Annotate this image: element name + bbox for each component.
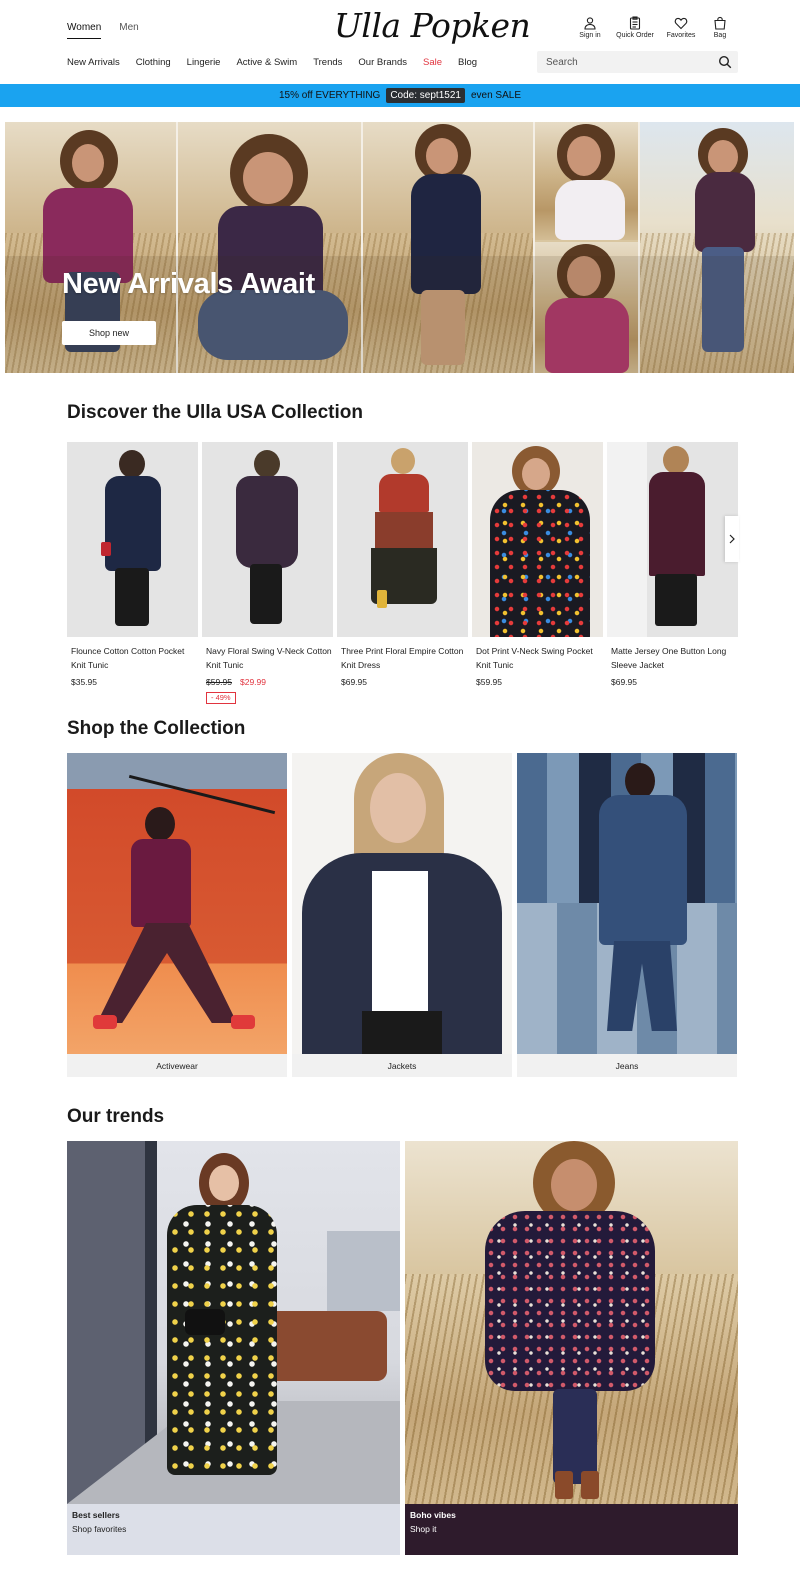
hero-title: New Arrivals Await bbox=[62, 268, 316, 300]
nav-sale[interactable]: Sale bbox=[423, 57, 442, 68]
nav-active-swim[interactable]: Active & Swim bbox=[236, 57, 297, 68]
product-card[interactable]: Navy Floral Swing V-Neck Cotton Knit Tun… bbox=[202, 442, 333, 705]
chevron-right-icon bbox=[729, 534, 735, 544]
collection-label: Activewear bbox=[67, 1054, 287, 1077]
promo-bar[interactable]: 15% off EVERYTHING Code: sept1521 even S… bbox=[0, 84, 800, 107]
sign-in-button[interactable]: Sign in bbox=[575, 16, 605, 39]
shop-new-button[interactable]: Shop new bbox=[62, 321, 156, 345]
favorites-button[interactable]: Favorites bbox=[662, 16, 700, 39]
quick-order-button[interactable]: Quick Order bbox=[609, 16, 661, 39]
header-actions: Sign in Quick Order Favorites Bag bbox=[575, 16, 732, 39]
search-box bbox=[537, 51, 738, 73]
trend-link[interactable]: Shop it bbox=[410, 1521, 733, 1537]
product-price-sale: $29.99 bbox=[240, 677, 266, 687]
promo-code-badge: Code: sept1521 bbox=[386, 88, 465, 103]
bag-button[interactable]: Bag bbox=[708, 16, 732, 39]
trend-caption: Best sellers Shop favorites bbox=[67, 1504, 400, 1555]
nav-our-brands[interactable]: Our Brands bbox=[358, 57, 407, 68]
product-card[interactable]: Matte Jersey One Button Long Sleeve Jack… bbox=[607, 442, 738, 687]
trend-card-boho-vibes[interactable]: Boho vibes Shop it bbox=[405, 1141, 738, 1555]
nav-trends[interactable]: Trends bbox=[313, 57, 342, 68]
nav-blog[interactable]: Blog bbox=[458, 57, 477, 68]
user-icon bbox=[584, 17, 596, 30]
product-price: $69.95 bbox=[341, 677, 367, 687]
nav-new-arrivals[interactable]: New Arrivals bbox=[67, 57, 120, 68]
product-card[interactable]: Three Print Floral Empire Cotton Knit Dr… bbox=[337, 442, 468, 687]
promo-text: 15% off EVERYTHING bbox=[278, 90, 381, 101]
heart-icon bbox=[674, 17, 688, 30]
carousel-next-button[interactable] bbox=[725, 516, 739, 562]
product-image[interactable] bbox=[607, 442, 738, 637]
product-card[interactable]: Dot Print V-Neck Swing Pocket Knit Tunic… bbox=[472, 442, 603, 687]
collection-label: Jackets bbox=[292, 1054, 512, 1077]
collection-label: Jeans bbox=[517, 1054, 737, 1077]
product-card[interactable]: Flounce Cotton Cotton Pocket Knit Tunic … bbox=[67, 442, 198, 687]
collection-image[interactable] bbox=[67, 753, 287, 1054]
bag-icon bbox=[714, 16, 726, 30]
collection-image[interactable] bbox=[517, 753, 737, 1054]
nav-lingerie[interactable]: Lingerie bbox=[187, 57, 221, 68]
brand-logo[interactable]: Ulla Popken bbox=[334, 6, 531, 45]
product-price: $59.95 bbox=[476, 677, 502, 687]
trend-title: Best sellers bbox=[72, 1510, 120, 1520]
promo-text-suffix: even SALE bbox=[470, 90, 521, 101]
bag-label: Bag bbox=[713, 32, 727, 39]
site-header: Women Men Ulla Popken Sign in Quick Orde… bbox=[0, 0, 800, 84]
collection-grid: Activewear Jackets Jeans bbox=[67, 753, 738, 1078]
search-input[interactable] bbox=[537, 51, 707, 73]
trends-grid: Best sellers Shop favorites Boho vibes S… bbox=[67, 1141, 738, 1555]
trend-link[interactable]: Shop favorites bbox=[72, 1521, 395, 1537]
collection-card-activewear[interactable]: Activewear bbox=[67, 753, 287, 1078]
product-image[interactable] bbox=[337, 442, 468, 637]
product-name: Matte Jersey One Button Long Sleeve Jack… bbox=[611, 646, 727, 670]
product-name: Navy Floral Swing V-Neck Cotton Knit Tun… bbox=[206, 646, 332, 670]
tab-women[interactable]: Women bbox=[67, 22, 102, 39]
product-image[interactable] bbox=[472, 442, 603, 637]
trend-card-best-sellers[interactable]: Best sellers Shop favorites bbox=[67, 1141, 400, 1555]
product-name: Dot Print V-Neck Swing Pocket Knit Tunic bbox=[476, 646, 593, 670]
quick-order-label: Quick Order bbox=[616, 32, 654, 39]
collection-image[interactable] bbox=[292, 753, 512, 1054]
discount-badge: - 49% bbox=[206, 692, 236, 704]
product-price: $69.95 bbox=[611, 677, 637, 687]
clipboard-icon bbox=[629, 16, 641, 30]
discover-section-title: Discover the Ulla USA Collection bbox=[67, 402, 363, 423]
product-name: Flounce Cotton Cotton Pocket Knit Tunic bbox=[71, 646, 185, 670]
trend-image[interactable] bbox=[67, 1141, 400, 1504]
trend-image[interactable] bbox=[405, 1141, 738, 1504]
hero-image-4 bbox=[535, 122, 638, 240]
product-price: $35.95 bbox=[71, 677, 97, 687]
sign-in-label: Sign in bbox=[579, 32, 601, 39]
trend-title: Boho vibes bbox=[410, 1510, 456, 1520]
trend-caption: Boho vibes Shop it bbox=[405, 1504, 738, 1555]
trends-section-title: Our trends bbox=[67, 1106, 165, 1127]
product-carousel: Flounce Cotton Cotton Pocket Knit Tunic … bbox=[67, 442, 738, 705]
search-icon[interactable] bbox=[718, 55, 732, 69]
gender-tabs: Women Men bbox=[67, 22, 139, 39]
product-image[interactable] bbox=[202, 442, 333, 637]
nav-clothing[interactable]: Clothing bbox=[136, 57, 171, 68]
tab-men[interactable]: Men bbox=[119, 22, 138, 39]
collection-section-title: Shop the Collection bbox=[67, 718, 246, 739]
main-navigation: New Arrivals Clothing Lingerie Active & … bbox=[67, 57, 493, 68]
product-image[interactable] bbox=[67, 442, 198, 637]
product-price-old: $59.95 bbox=[206, 677, 232, 687]
collection-card-jeans[interactable]: Jeans bbox=[517, 753, 737, 1078]
product-name: Three Print Floral Empire Cotton Knit Dr… bbox=[341, 646, 464, 670]
favorites-label: Favorites bbox=[666, 32, 696, 39]
collection-card-jackets[interactable]: Jackets bbox=[292, 753, 512, 1078]
